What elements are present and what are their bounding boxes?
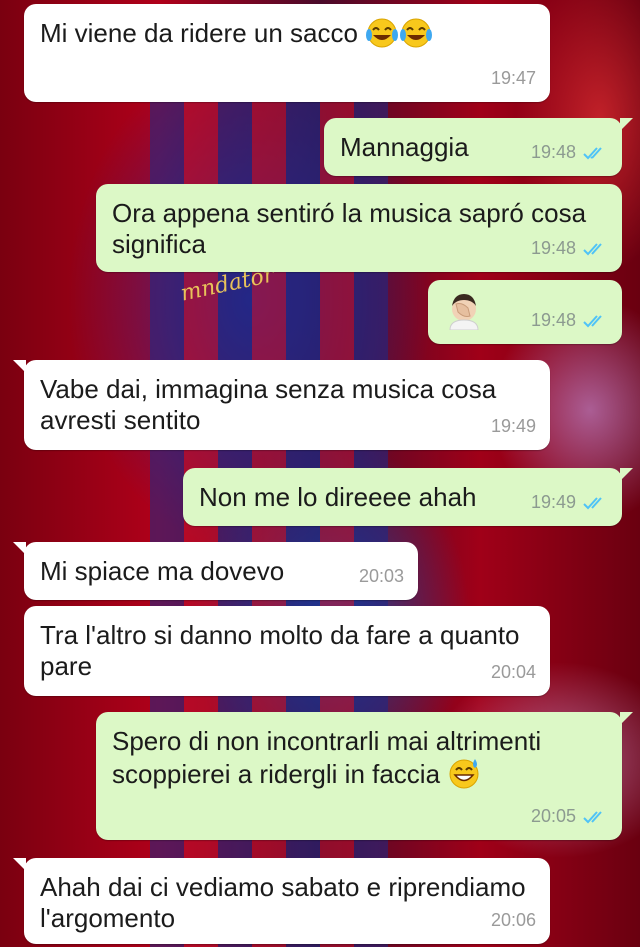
read-receipt-double-check-icon [583,314,602,327]
message-time: 19:49 [530,492,576,512]
facepalm-icon [444,292,484,337]
message-bubble-outgoing[interactable]: Mannaggia 19:48 [324,118,633,176]
message-bubble-outgoing[interactable]: Ora appena sentiró la musica sapró cosa … [96,184,622,272]
message-text: Mi viene da ridere un sacco [40,18,358,48]
read-receipt-double-check-icon [583,810,602,823]
message-bubble-incoming[interactable]: Vabe dai, immagina senza musica cosa avr… [13,360,550,450]
grinning-sweat-icon [447,757,481,796]
message-time: 20:03 [358,566,404,586]
message-bubble-incoming[interactable]: Tra l'altro si danno molto da fare a qua… [24,606,550,696]
message-bubble-incoming[interactable]: Mi spiace ma dovevo 20:03 [13,542,418,600]
message-text: Mi spiace ma dovevo [40,556,285,586]
message-bubble-incoming[interactable]: Ahah dai ci vediamo sabato e riprendiamo… [13,858,550,944]
message-bubble-outgoing[interactable]: 19:48 [428,280,622,344]
tears-of-joy-icon [365,18,399,55]
message-text: Ora appena sentiró la musica sapró cosa … [112,198,587,259]
message-text: Non me lo direeee ahah [199,482,477,512]
message-text: Vabe dai, immagina senza musica cosa avr… [40,374,497,435]
message-bubble-incoming[interactable]: Mi viene da ridere un sacco 19:47 [24,4,550,102]
message-text: Mannaggia [340,132,469,162]
read-receipt-double-check-icon [583,496,602,509]
message-bubble-outgoing[interactable]: Non me lo direeee ahah 19:49 [183,468,633,526]
message-text: Ahah dai ci vediamo sabato e riprendiamo… [40,872,526,933]
message-time: 19:47 [490,68,536,88]
message-text: Tra l'altro si danno molto da fare a qua… [40,620,520,681]
read-receipt-double-check-icon [583,242,602,255]
message-time: 19:49 [490,416,536,436]
message-time: 20:06 [490,910,536,930]
message-time: 20:04 [490,662,536,682]
message-time: 19:48 [530,310,576,330]
message-time: 19:48 [530,238,576,258]
message-time: 20:05 [530,806,576,826]
message-time: 19:48 [530,142,576,162]
message-bubble-outgoing[interactable]: Spero di non incontrarli mai altrimenti … [96,712,633,840]
tears-of-joy-icon [399,18,433,55]
read-receipt-double-check-icon [583,146,602,159]
